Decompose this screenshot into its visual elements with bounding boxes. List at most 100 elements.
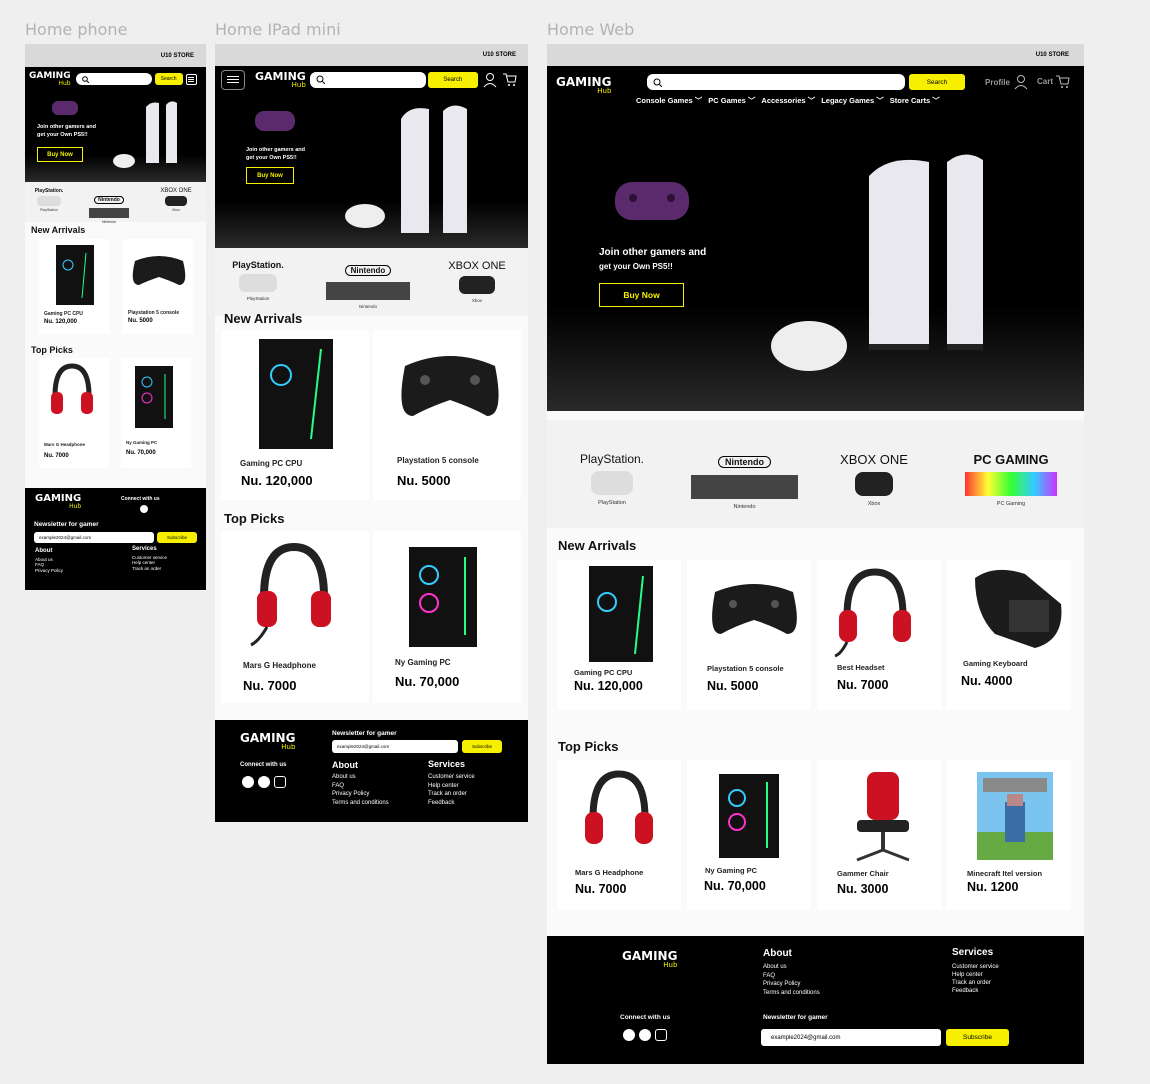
brand-nintendo[interactable]: Nintendo Nintendo <box>320 260 416 309</box>
nav-store-carts[interactable]: Store Carts ﹀ <box>890 95 940 106</box>
help-center-link[interactable]: Help center <box>952 971 999 979</box>
brand-pc-gaming[interactable]: PC GAMING PC Gaming <box>961 452 1061 507</box>
nav-accessories[interactable]: Accessories ﹀ <box>761 95 815 106</box>
product-card[interactable]: Playstation 5 console Nu. 5000 <box>123 239 193 334</box>
whatsapp-icon[interactable] <box>639 1029 651 1041</box>
brand-playstation[interactable]: PlayStation. PlayStation <box>567 452 657 506</box>
controller-icon <box>712 584 797 634</box>
purple-controller-icon <box>255 111 295 131</box>
search-icon <box>653 78 662 87</box>
brand-nintendo[interactable]: Nintendo Nintendo <box>85 188 133 224</box>
main-nav: Console Games ﹀ PC Games ﹀ Accessories ﹀… <box>636 95 940 106</box>
instagram-icon[interactable] <box>655 1029 667 1041</box>
product-card[interactable]: Ny Gaming PC Nu. 70,000 <box>373 531 521 703</box>
search-button[interactable]: Search <box>909 74 965 90</box>
customer-service-link[interactable]: Customer service <box>952 963 999 971</box>
facebook-icon[interactable] <box>242 776 254 788</box>
brand-xbox[interactable]: XBOX ONE Xbox <box>829 452 919 507</box>
web-footer: GAMING Hub Connect with us About About us… <box>547 936 1084 1064</box>
whatsapp-icon[interactable] <box>258 776 270 788</box>
terms-link[interactable]: Terms and conditions <box>332 799 389 808</box>
cart-link[interactable]: Cart <box>1037 74 1070 89</box>
product-card[interactable]: Mars G Headphone Nu. 7000 <box>39 358 109 468</box>
product-card[interactable]: Playstation 5 console Nu. 5000 <box>373 330 521 500</box>
subscribe-button[interactable]: Subscribe <box>946 1029 1009 1046</box>
search-button[interactable]: Search <box>427 71 478 88</box>
chair-icon <box>856 772 910 862</box>
about-link[interactable]: About us <box>763 963 820 972</box>
social-links <box>140 505 148 513</box>
phone-footer: GAMING Hub Connect with us Newsletter for… <box>25 488 206 590</box>
gaming-pc-icon <box>259 339 333 449</box>
nav-pc-games[interactable]: PC Games ﹀ <box>708 95 755 106</box>
nav-console-games[interactable]: Console Games ﹀ <box>636 95 702 106</box>
hero-banner: Join other gamers and get your Own PS5!! … <box>25 91 206 182</box>
search-input[interactable] <box>647 74 905 90</box>
track-order-link[interactable]: Track an order <box>132 566 167 571</box>
privacy-link[interactable]: Privacy Policy <box>763 980 820 989</box>
email-field[interactable]: example2024@gmail.com <box>761 1029 941 1046</box>
phone-frame-title: Home phone <box>25 20 128 39</box>
terms-link[interactable]: Terms and conditions <box>763 989 820 998</box>
store-name: U10 STORE <box>1035 52 1069 58</box>
about-links: About us FAQ Privacy Policy Terms and co… <box>763 963 820 998</box>
cart-icon[interactable] <box>502 72 517 87</box>
brand-playstation[interactable]: PlayStation. PlayStation <box>223 260 293 301</box>
product-card[interactable]: Minecraft Itel version Nu. 1200 <box>947 760 1071 910</box>
search-input[interactable] <box>75 73 152 85</box>
buy-now-button[interactable]: Buy Now <box>37 147 83 162</box>
subscribe-button[interactable]: Subscribe <box>462 740 502 753</box>
brand-xbox[interactable]: XBOX ONE Xbox <box>153 188 199 212</box>
footer-logo[interactable]: GAMING Hub <box>35 494 81 510</box>
whatsapp-icon[interactable] <box>140 505 148 513</box>
search-input[interactable] <box>309 71 426 88</box>
product-card[interactable]: Mars G Headphone Nu. 7000 <box>557 760 681 910</box>
brand-nintendo[interactable]: Nintendo Nintendo <box>687 452 802 510</box>
hamburger-menu-icon[interactable] <box>185 73 197 85</box>
track-order-link[interactable]: Track an order <box>428 790 475 799</box>
customer-service-link[interactable]: Customer service <box>428 773 475 782</box>
logo[interactable]: GAMING Hub <box>29 71 71 87</box>
instagram-icon[interactable] <box>274 776 286 788</box>
product-card[interactable]: Ny Gaming PC Nu. 70,000 <box>687 760 811 910</box>
track-order-link[interactable]: Track an order <box>952 979 999 987</box>
controller-icon <box>401 356 499 416</box>
buy-now-button[interactable]: Buy Now <box>246 167 294 184</box>
footer-logo[interactable]: GAMING Hub <box>240 732 295 751</box>
faq-link[interactable]: FAQ <box>332 782 389 791</box>
gaming-pc-icon <box>719 774 779 858</box>
about-link[interactable]: About us <box>332 773 389 782</box>
brand-playstation[interactable]: PlayStation. PlayStation <box>29 188 69 212</box>
feedback-link[interactable]: Feedback <box>952 987 999 995</box>
privacy-link[interactable]: Privacy Policy <box>35 568 63 573</box>
about-title: About <box>332 760 358 770</box>
logo[interactable]: GAMING Hub <box>255 71 306 89</box>
buy-now-button[interactable]: Buy Now <box>599 283 684 307</box>
email-field[interactable]: example2024@gmail.com <box>34 532 154 543</box>
product-card[interactable]: Ny Gaming PC Nu. 70,000 <box>121 358 191 468</box>
gaming-pc-icon <box>409 547 477 647</box>
faq-link[interactable]: FAQ <box>763 972 820 981</box>
help-center-link[interactable]: Help center <box>428 782 475 791</box>
brand-xbox[interactable]: XBOX ONE Xbox <box>437 260 517 303</box>
hamburger-menu-icon[interactable] <box>221 69 245 90</box>
facebook-icon[interactable] <box>623 1029 635 1041</box>
feedback-link[interactable]: Feedback <box>428 799 475 808</box>
product-card[interactable]: Mars G Headphone Nu. 7000 <box>221 531 369 703</box>
product-card[interactable]: Gaming PC CPU Nu. 120,000 <box>557 560 681 710</box>
email-field[interactable]: example2024@gmail.com <box>332 740 458 753</box>
logo[interactable]: GAMING Hub <box>556 76 611 95</box>
subscribe-button[interactable]: Subscribe <box>157 532 197 543</box>
product-card[interactable]: Gaming PC CPU Nu. 120,000 <box>221 330 369 500</box>
nav-legacy-games[interactable]: Legacy Games ﹀ <box>821 95 884 106</box>
product-card[interactable]: Gammer Chair Nu. 3000 <box>817 760 941 910</box>
product-card[interactable]: Gaming PC CPU Nu. 120,000 <box>39 239 109 334</box>
footer-logo[interactable]: GAMING Hub <box>622 950 677 969</box>
privacy-link[interactable]: Privacy Policy <box>332 790 389 799</box>
profile-link[interactable]: Profile <box>985 74 1028 90</box>
product-card[interactable]: Gaming Keyboard Nu. 4000 <box>947 560 1071 710</box>
search-button[interactable]: Search <box>154 73 183 85</box>
product-card[interactable]: Best Headset Nu. 7000 <box>817 560 941 710</box>
profile-icon[interactable] <box>483 72 497 88</box>
product-card[interactable]: Playstation 5 console Nu. 5000 <box>687 560 811 710</box>
